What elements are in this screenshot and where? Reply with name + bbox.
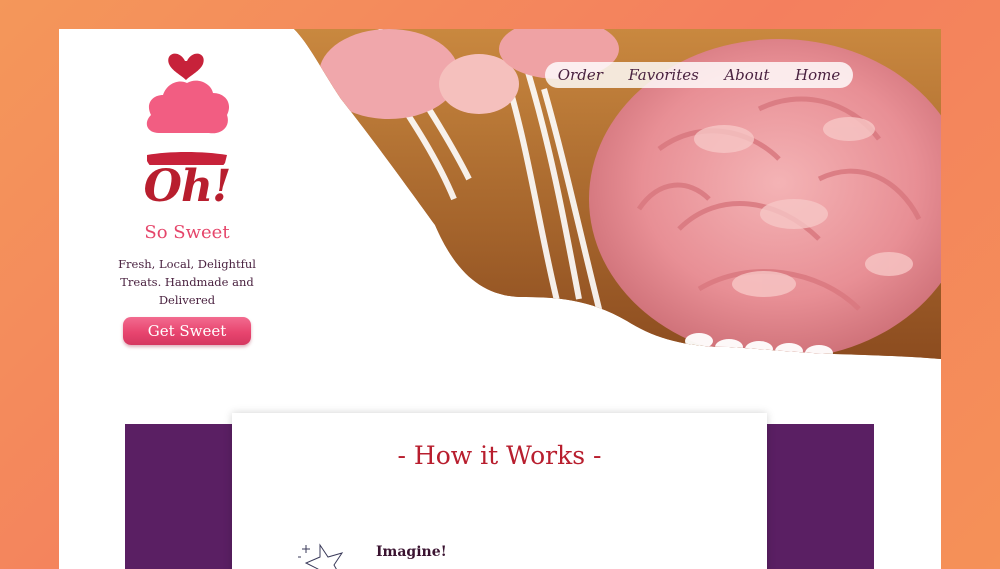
brand-subtitle: So Sweet xyxy=(144,222,230,243)
get-sweet-button[interactable]: Get Sweet xyxy=(123,317,251,345)
tagline: Fresh, Local, Delightful Treats. Handmad… xyxy=(118,257,256,307)
cupcake-heart-icon xyxy=(146,53,230,165)
step-title-imagine: Imagine! xyxy=(376,544,447,560)
nav-item-about[interactable]: About xyxy=(724,66,769,84)
section-title: - How it Works - xyxy=(397,441,602,470)
nav-item-favorites[interactable]: Favorites xyxy=(628,66,698,84)
brand-title: Oh! xyxy=(143,161,232,212)
main-nav: Order Favorites About Home xyxy=(545,62,853,88)
nav-item-home[interactable]: Home xyxy=(795,66,840,84)
nav-item-order[interactable]: Order xyxy=(558,66,603,84)
star-sparkle-icon xyxy=(298,543,344,569)
page-container: Order Favorites About Home Oh! So Sweet … xyxy=(59,29,941,569)
how-it-works-card: - How it Works - Imagine! xyxy=(232,413,767,569)
